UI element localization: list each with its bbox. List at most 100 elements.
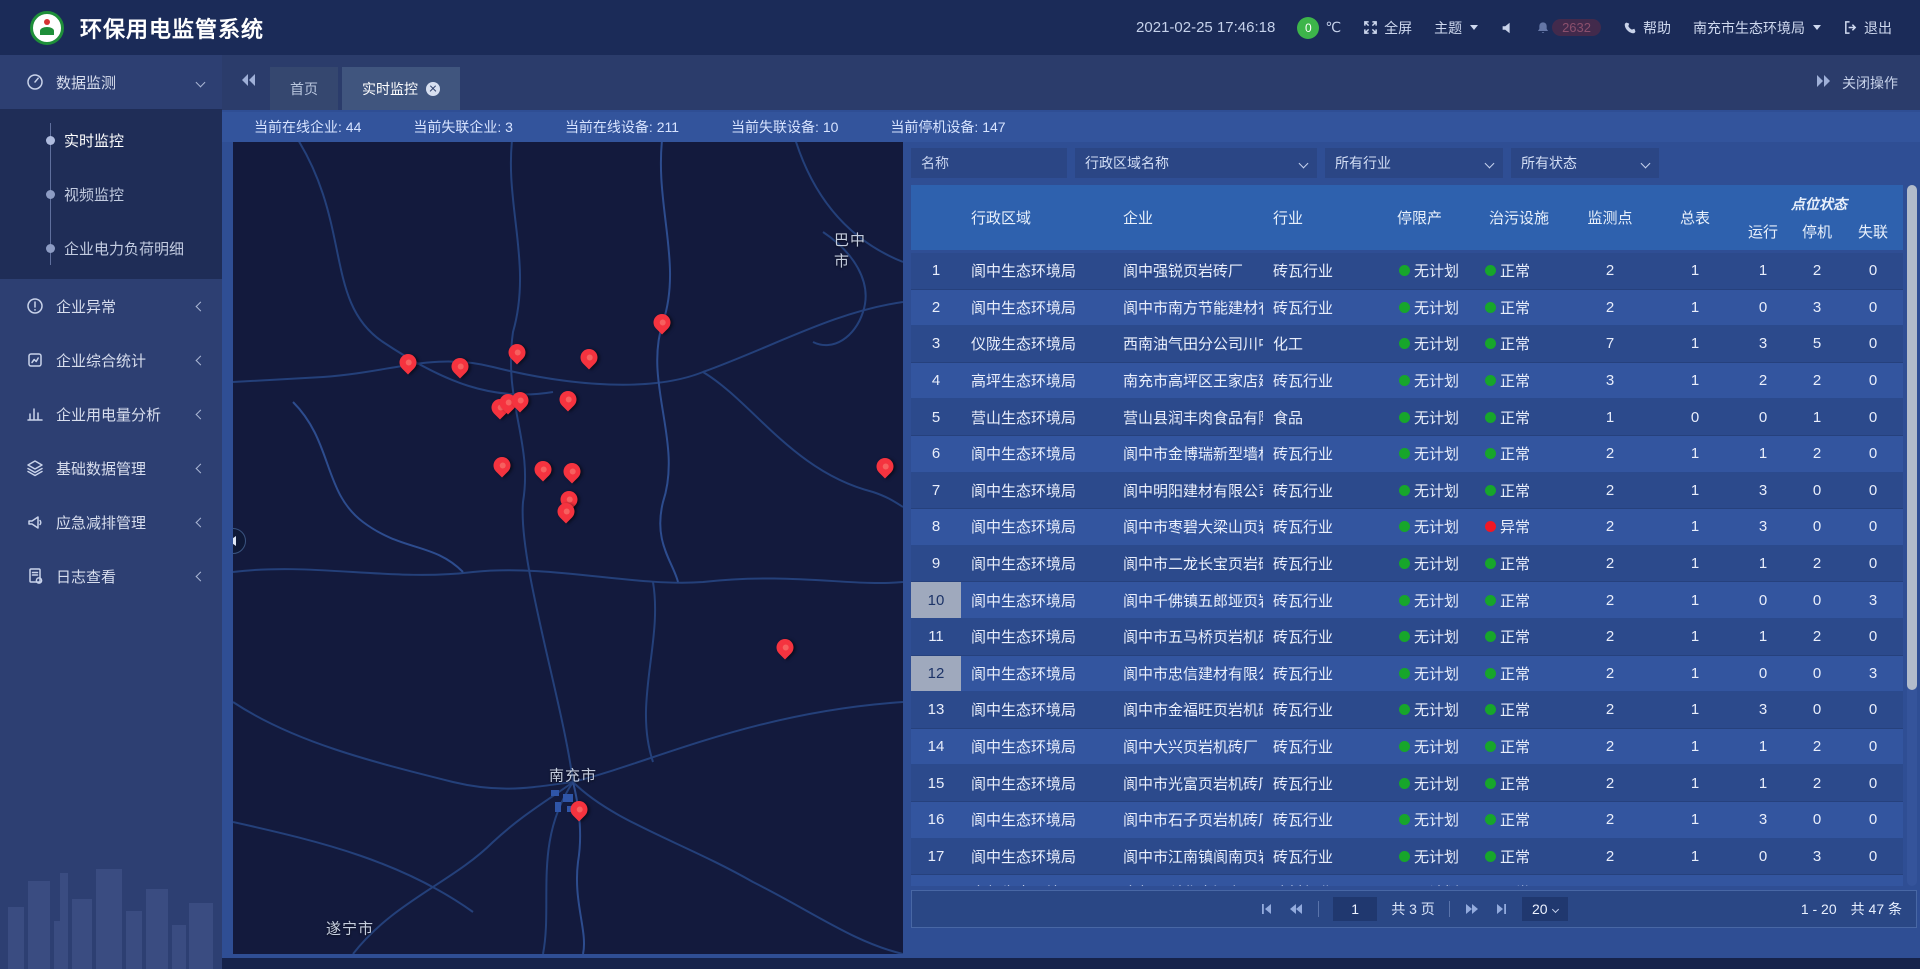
sidebar-item-数据监测[interactable]: 数据监测 — [0, 55, 222, 109]
close-operations-button[interactable]: 关闭操作 — [1842, 73, 1898, 93]
sidebar-item-日志查看[interactable]: 日志查看 — [0, 549, 222, 603]
cell-lost: 0 — [1843, 729, 1903, 765]
cell-limit-status: 无计划 — [1387, 290, 1473, 326]
cell-running: 1 — [1735, 619, 1791, 655]
cell-meter: 1 — [1655, 765, 1735, 801]
table-row[interactable]: 13阆中生态环境局阆中市金福旺页岩机砖砖瓦行业无计划正常21300 — [911, 692, 1903, 729]
table-row[interactable]: 11阆中生态环境局阆中市五马桥页岩机砖砖瓦行业无计划正常21120 — [911, 619, 1903, 656]
app-root: 环保用电监管系统 2021-02-25 17:46:18 0 ℃ 全屏 主题 — [0, 0, 1920, 969]
fullscreen-icon — [1363, 20, 1378, 35]
table-row[interactable]: 18南部生态环境局南部县科华水泥有限公建材行业无计划正常60060 — [911, 875, 1903, 886]
table-row[interactable]: 2阆中生态环境局阆中市南方节能建材有砖瓦行业无计划正常21030 — [911, 290, 1903, 327]
app-title: 环保用电监管系统 — [80, 12, 264, 44]
tabs-scroll-left-button[interactable] — [240, 73, 256, 92]
cell-industry: 化工 — [1263, 326, 1387, 362]
cell-lost: 0 — [1843, 363, 1903, 399]
cell-industry: 砖瓦行业 — [1263, 839, 1387, 875]
table-body: 1阆中生态环境局阆中强锐页岩砖厂砖瓦行业无计划正常211202阆中生态环境局阆中… — [911, 253, 1903, 886]
row-index: 9 — [911, 546, 961, 582]
stat-label: 当前停机设备: — [890, 119, 982, 135]
cell-region: 高坪生态环境局 — [961, 363, 1113, 399]
cell-industry: 砖瓦行业 — [1263, 436, 1387, 472]
help-button[interactable]: 帮助 — [1623, 18, 1671, 38]
table-row[interactable]: 3仪陇生态环境局西南油气田分公司川中化工无计划正常71350 — [911, 326, 1903, 363]
first-page-button[interactable] — [1260, 902, 1274, 916]
next-page-button[interactable] — [1464, 902, 1480, 916]
table-row[interactable]: 8阆中生态环境局阆中市枣碧大梁山页岩砖瓦行业无计划异常21300 — [911, 509, 1903, 546]
stat-label: 当前在线企业: — [254, 119, 346, 135]
notifications-button[interactable]: 2632 — [1536, 19, 1601, 36]
cell-meter: 1 — [1655, 839, 1735, 875]
exit-icon — [1843, 20, 1858, 35]
fullscreen-button[interactable]: 全屏 — [1363, 18, 1412, 38]
sidebar-subitem-企业电力负荷明细[interactable]: 企业电力负荷明细 — [0, 221, 222, 275]
status-dot-green-icon — [1485, 448, 1496, 459]
industry-select[interactable]: 所有行业 — [1325, 148, 1503, 178]
cell-company: 阆中千佛镇五郎垭页岩 — [1113, 582, 1263, 618]
cell-region: 阆中生态环境局 — [961, 656, 1113, 692]
tab-首页[interactable]: 首页 — [270, 67, 338, 110]
sidebar-item-label: 企业综合统计 — [56, 350, 197, 371]
table-row[interactable]: 10阆中生态环境局阆中千佛镇五郎垭页岩砖瓦行业无计划正常21003 — [911, 582, 1903, 619]
temperature-badge: 0 — [1297, 17, 1319, 39]
cell-lost: 0 — [1843, 509, 1903, 545]
cell-monitor: 2 — [1565, 619, 1655, 655]
table-row[interactable]: 6阆中生态环境局阆中市金博瑞新型墙材砖瓦行业无计划正常21120 — [911, 436, 1903, 473]
status-dot-green-icon — [1485, 814, 1496, 825]
tab-close-icon[interactable] — [426, 82, 440, 96]
tabs-scroll-right-button[interactable] — [1816, 74, 1832, 91]
cell-stopped: 0 — [1791, 692, 1843, 728]
table-scrollbar[interactable] — [1907, 185, 1917, 886]
tab-实时监控[interactable]: 实时监控 — [342, 67, 460, 110]
table-row[interactable]: 15阆中生态环境局阆中市光富页岩机砖厂砖瓦行业无计划正常21120 — [911, 765, 1903, 802]
column-header-limit: 停限产 — [1387, 185, 1473, 250]
cell-facility-status: 正常 — [1473, 765, 1565, 801]
filter-bar: 行政区域名称 所有行业 所有状态 — [911, 148, 1917, 178]
table-row[interactable]: 12阆中生态环境局阆中市忠信建材有限公砖瓦行业无计划正常21003 — [911, 656, 1903, 693]
cell-company: 南充市高坪区王家店建 — [1113, 363, 1263, 399]
table-row[interactable]: 4高坪生态环境局南充市高坪区王家店建砖瓦行业无计划正常31220 — [911, 363, 1903, 400]
row-index: 17 — [911, 839, 961, 875]
table-row[interactable]: 7阆中生态环境局阆中明阳建材有限公司砖瓦行业无计划正常21300 — [911, 473, 1903, 510]
cell-region: 阆中生态环境局 — [961, 692, 1113, 728]
status-dot-green-icon — [1399, 448, 1410, 459]
sidebar-item-基础数据管理[interactable]: 基础数据管理 — [0, 441, 222, 495]
stat-label: 当前失联企业: — [413, 119, 505, 135]
last-page-icon — [1494, 902, 1508, 916]
status-select[interactable]: 所有状态 — [1511, 148, 1659, 178]
region-select[interactable]: 行政区域名称 — [1075, 148, 1317, 178]
prev-page-button[interactable] — [1288, 902, 1304, 916]
mute-button[interactable] — [1500, 21, 1514, 35]
sidebar-item-应急减排管理[interactable]: 应急减排管理 — [0, 495, 222, 549]
city-silhouette-decoration — [0, 839, 222, 969]
theme-dropdown[interactable]: 主题 — [1434, 18, 1478, 38]
page-number-input[interactable]: 1 — [1333, 897, 1377, 921]
chevron-left-icon — [196, 301, 206, 311]
sidebar-item-企业用电量分析[interactable]: 企业用电量分析 — [0, 387, 222, 441]
table-row[interactable]: 1阆中生态环境局阆中强锐页岩砖厂砖瓦行业无计划正常21120 — [911, 253, 1903, 290]
scrollbar-thumb[interactable] — [1907, 185, 1917, 690]
cell-stopped: 2 — [1791, 436, 1843, 472]
cell-meter: 1 — [1655, 656, 1735, 692]
sidebar-item-企业综合统计[interactable]: 企业综合统计 — [0, 333, 222, 387]
cell-company: 阆中市金福旺页岩机砖 — [1113, 692, 1263, 728]
last-page-button[interactable] — [1494, 902, 1508, 916]
cell-company: 阆中市金博瑞新型墙材 — [1113, 436, 1263, 472]
table-row[interactable]: 17阆中生态环境局阆中市江南镇阆南页岩砖瓦行业无计划正常21030 — [911, 839, 1903, 876]
sidebar-subitem-视频监控[interactable]: 视频监控 — [0, 167, 222, 221]
page-size-select[interactable]: 20 — [1522, 897, 1568, 921]
logout-button[interactable]: 退出 — [1843, 18, 1892, 38]
map-panel[interactable]: 巴中市南充市遂宁市 — [233, 142, 903, 954]
table-row[interactable]: 14阆中生态环境局阆中大兴页岩机砖厂砖瓦行业无计划正常21120 — [911, 729, 1903, 766]
org-dropdown[interactable]: 南充市生态环境局 — [1693, 18, 1821, 38]
name-search-input[interactable] — [921, 155, 1057, 171]
table-row[interactable]: 9阆中生态环境局阆中市二龙长宝页岩砖砖瓦行业无计划正常21120 — [911, 546, 1903, 583]
sidebar-subitem-实时监控[interactable]: 实时监控 — [0, 113, 222, 167]
table-row[interactable]: 16阆中生态环境局阆中市石子页岩机砖厂砖瓦行业无计划正常21300 — [911, 802, 1903, 839]
name-search-input-wrap — [911, 148, 1067, 178]
cell-region: 阆中生态环境局 — [961, 765, 1113, 801]
sidebar-item-label: 企业异常 — [56, 296, 197, 317]
cell-facility-status: 正常 — [1473, 656, 1565, 692]
sidebar-item-企业异常[interactable]: 企业异常 — [0, 279, 222, 333]
table-row[interactable]: 5营山生态环境局营山县润丰肉食品有限食品无计划正常10010 — [911, 399, 1903, 436]
